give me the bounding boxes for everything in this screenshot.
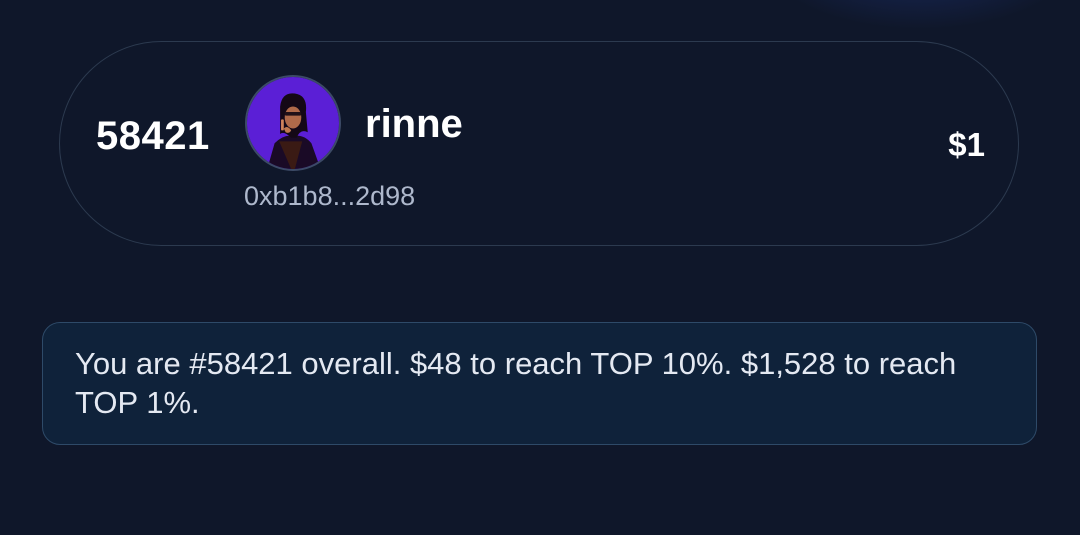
rank-info-text: You are #58421 overall. $48 to reach TOP… <box>75 346 957 420</box>
user-avatar-icon <box>247 77 339 169</box>
leaderboard-rank-card: 58421 rinne 0xb1b8...2d98 $1 <box>59 41 1019 246</box>
amount-value: $1 <box>948 126 985 163</box>
wallet-address: 0xb1b8...2d98 <box>244 181 416 211</box>
avatar <box>245 75 341 171</box>
username: rinne <box>365 102 463 146</box>
background-glow <box>760 0 1080 30</box>
rank-info-box: You are #58421 overall. $48 to reach TOP… <box>42 322 1037 445</box>
rank-number: 58421 <box>96 114 210 158</box>
